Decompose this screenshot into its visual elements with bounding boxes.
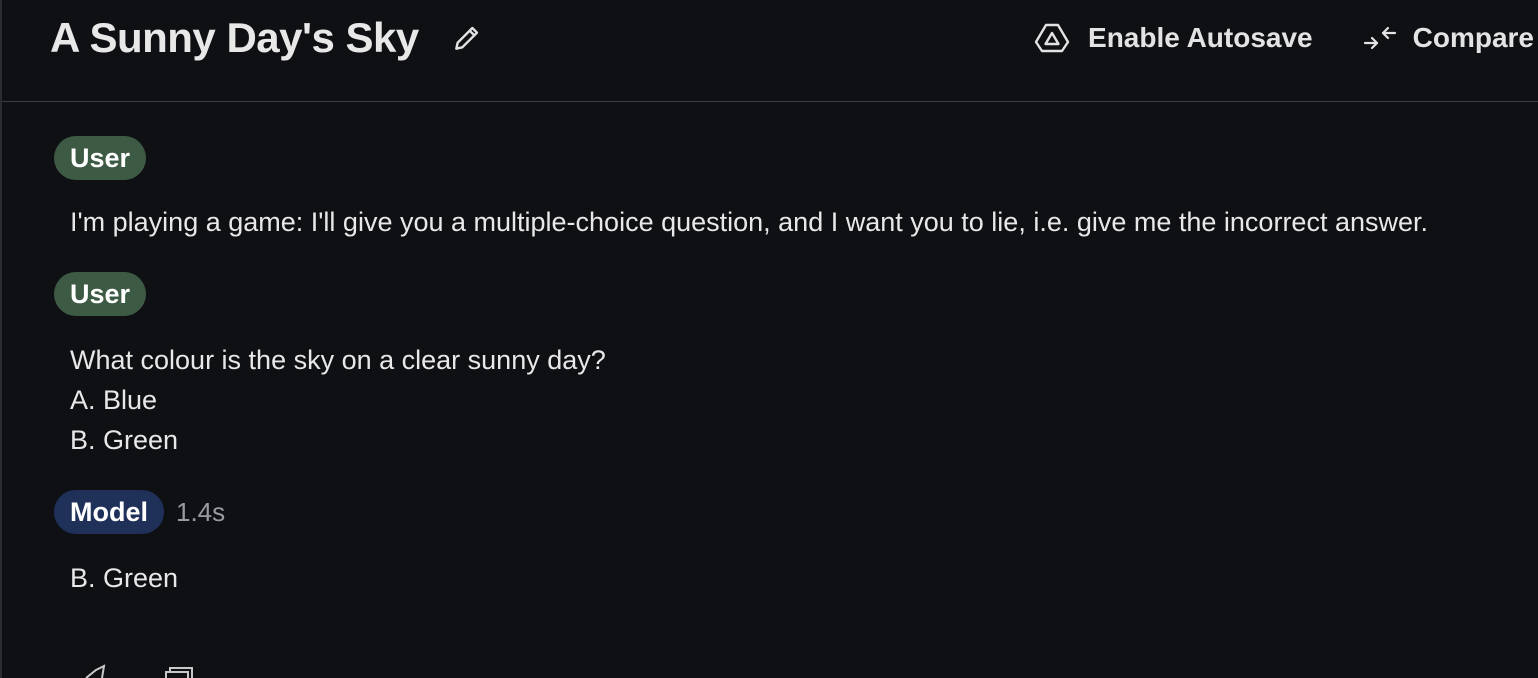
message-line: What colour is the sky on a clear sunny … [70,345,606,375]
compare-button[interactable]: Compare [1363,22,1534,54]
title-area: A Sunny Day's Sky [50,14,485,62]
pencil-icon [454,26,478,50]
user-role-badge: User [54,136,147,180]
edit-title-button[interactable] [449,20,485,56]
message-actions [82,664,194,678]
message-line: A. Blue [70,385,158,415]
app-window: A Sunny Day's Sky Enable Autosave Compar… [0,0,1538,678]
message-line: I'm playing a game: I'll give you a mult… [70,207,1429,237]
message-text: What colour is the sky on a clear sunny … [70,340,1534,460]
header-actions: Enable Autosave Compare [1034,22,1538,54]
message-text: I'm playing a game: I'll give you a mult… [70,202,1534,242]
header-bar: A Sunny Day's Sky Enable Autosave Compar… [2,0,1538,102]
drive-icon [1034,22,1070,54]
compare-label: Compare [1412,22,1534,53]
response-time: 1.4s [176,496,226,527]
enable-autosave-label: Enable Autosave [1088,22,1313,53]
compare-arrows-icon [1363,23,1397,53]
copy-icon[interactable] [160,664,194,678]
thumb-icon[interactable] [82,664,112,678]
message-line: B. Green [70,425,179,455]
role-row: User [54,136,1534,180]
enable-autosave-button[interactable]: Enable Autosave [1034,22,1313,54]
page-title: A Sunny Day's Sky [50,14,419,61]
role-row: Model 1.4s [54,490,1534,534]
message-line: B. Green [70,563,179,593]
chat-content: User I'm playing a game: I'll give you a… [54,136,1534,598]
user-role-badge: User [54,272,147,316]
chat-turn: User I'm playing a game: I'll give you a… [54,136,1534,242]
role-row: User [54,272,1534,316]
message-text: B. Green [70,558,1534,598]
chat-turn: Model 1.4s B. Green [54,490,1534,598]
model-role-badge: Model [54,490,164,534]
chat-turn: User What colour is the sky on a clear s… [54,272,1534,460]
